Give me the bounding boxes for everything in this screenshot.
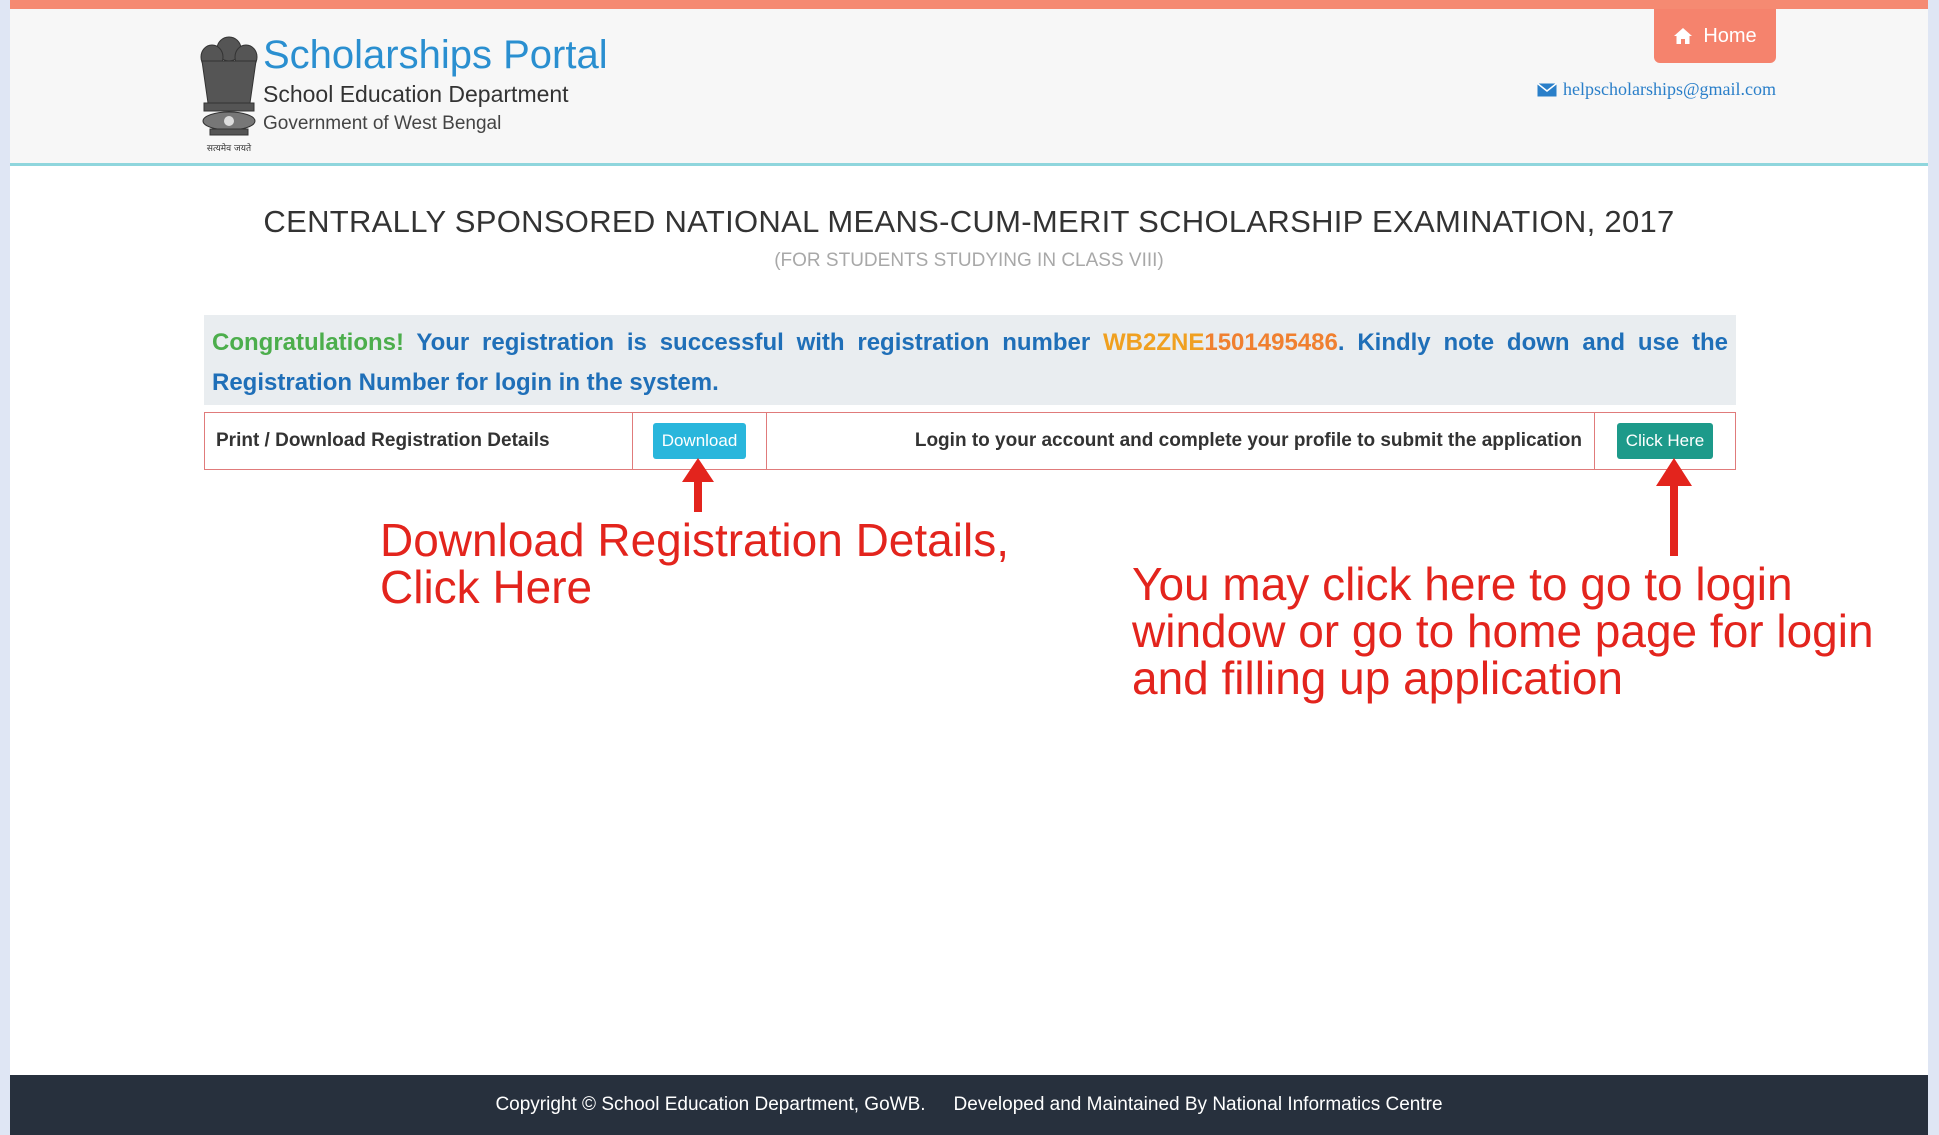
success-text-pre: Your registration is successful with reg… (404, 329, 1104, 356)
page-title: CENTRALLY SPONSORED NATIONAL MEANS-CUM-M… (263, 204, 1675, 239)
click-here-button[interactable]: Click Here (1616, 423, 1714, 459)
footer-developer: Developed and Maintained By National Inf… (953, 1094, 1443, 1115)
emblem-caption: सत्यमेव जयते (207, 142, 252, 154)
site-footer: Copyright © School Education Department,… (10, 1075, 1928, 1135)
site-title[interactable]: Scholarships Portal (263, 33, 608, 78)
registration-actions-table: Print / Download Registration Details Do… (204, 412, 1736, 470)
site-header: सत्यमेव जयते Scholarships Portal School … (10, 9, 1928, 166)
help-email-text: helpscholarships@gmail.com (1563, 79, 1777, 99)
page: सत्यमेव जयते Scholarships Portal School … (10, 0, 1928, 1135)
download-arrow-icon (682, 458, 714, 512)
government-name: Government of West Bengal (263, 113, 502, 134)
login-annotation: You may click here to go to login window… (1132, 558, 1874, 704)
download-annotation: Download Registration Details, Click Her… (380, 514, 1009, 613)
registration-number-prefix: WB2ZNE (1103, 329, 1205, 356)
download-button[interactable]: Download (652, 423, 747, 459)
page-subtitle: (FOR STUDENTS STUDYING IN CLASS VIII) (774, 250, 1164, 271)
home-button-label: Home (1703, 24, 1757, 47)
department-name: School Education Department (263, 81, 569, 107)
success-message: Congratulations! Your registration is su… (204, 315, 1736, 405)
login-arrow-icon (1656, 458, 1692, 556)
login-instruction: Login to your account and complete your … (767, 413, 1595, 469)
registration-number: 1501495486 (1204, 329, 1338, 356)
top-accent-stripe (10, 0, 1928, 9)
footer-copyright: Copyright © School Education Department,… (495, 1094, 926, 1115)
state-emblem-icon: सत्यमेव जयते (200, 36, 258, 154)
home-button[interactable]: Home (1654, 9, 1776, 63)
help-email-link[interactable]: helpscholarships@gmail.com (1537, 79, 1776, 100)
home-icon (1674, 28, 1693, 44)
print-download-label: Print / Download Registration Details (205, 413, 633, 469)
congrats-text: Congratulations! (212, 329, 404, 356)
envelope-icon (1537, 82, 1557, 96)
